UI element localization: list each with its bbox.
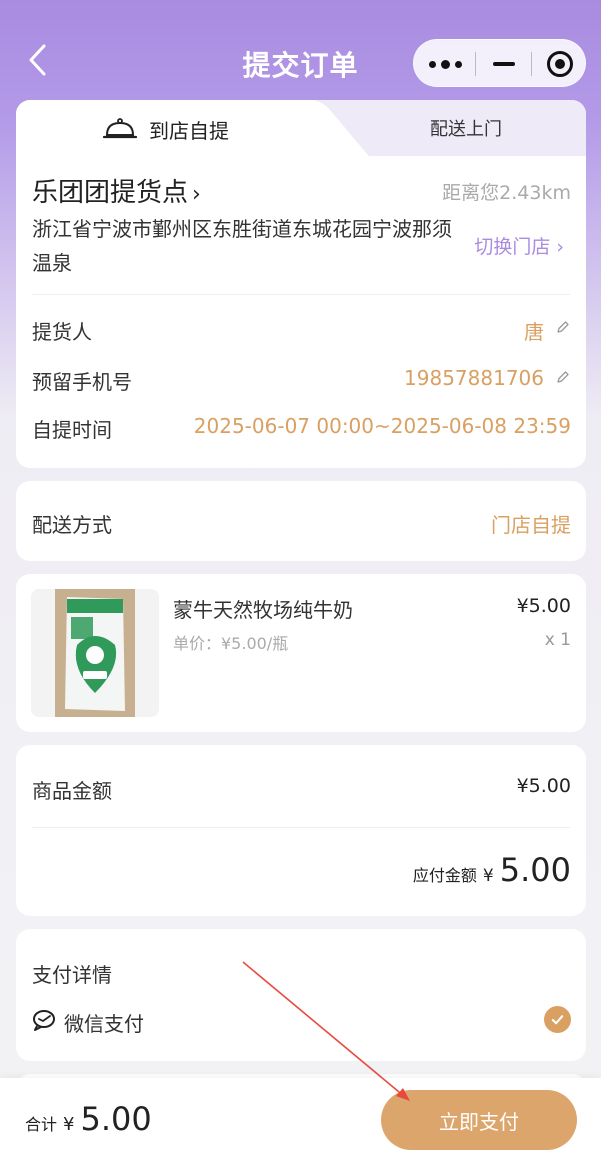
pickup-person-value[interactable]: 唐 — [524, 316, 544, 345]
total-label: 合计 — [25, 1115, 58, 1134]
store-name-text: 乐团团提货点 — [32, 178, 189, 208]
goods-amount-label: 商品金额 — [32, 779, 112, 803]
minimize-icon[interactable] — [476, 40, 531, 88]
cloche-icon — [103, 118, 137, 139]
divider — [32, 827, 570, 828]
payment-title: 支付详情 — [32, 963, 112, 987]
switch-store-button[interactable]: 切换门店 › — [474, 232, 564, 259]
pickup-person-label: 提货人 — [32, 320, 92, 344]
phone-label: 预留手机号 — [32, 370, 132, 394]
pickup-time-label: 自提时间 — [32, 418, 112, 442]
shipping-value: 门店自提 — [491, 513, 571, 537]
phone-value[interactable]: 19857881706 — [404, 366, 544, 390]
shipping-label: 配送方式 — [32, 513, 112, 537]
pay-now-button[interactable]: 立即支付 — [381, 1090, 577, 1150]
store-name[interactable]: 乐团团提货点 › — [32, 172, 201, 209]
checkout-bar: 合计 ¥ 5.00 立即支付 — [0, 1078, 601, 1160]
tab-pickup[interactable]: 到店自提 — [16, 100, 316, 158]
tab-delivery[interactable]: 配送上门 — [346, 100, 586, 156]
goods-amount-value: ¥5.00 — [516, 775, 571, 797]
tab-pickup-label: 到店自提 — [149, 118, 229, 143]
payment-card: 支付详情 微信支付 — [16, 929, 586, 1061]
product-card: 蒙牛天然牧场纯牛奶 单价：¥5.00/瓶 ¥5.00 x 1 — [16, 574, 586, 732]
more-icon[interactable] — [414, 40, 476, 88]
total-value: 5.00 — [80, 1100, 152, 1138]
pickup-time-value: 2025-06-07 00:00~2025-06-08 23:59 — [193, 414, 571, 438]
product-price: ¥5.00 — [516, 595, 571, 617]
mini-program-capsule — [413, 39, 586, 87]
total-amount: 合计 ¥ 5.00 — [25, 1100, 152, 1138]
product-image — [31, 589, 159, 717]
shipping-method-card: 配送方式 门店自提 — [16, 481, 586, 561]
chevron-right-icon: › — [192, 182, 201, 207]
store-address: 浙江省宁波市鄞州区东胜街道东城花园宁波那须温泉 — [32, 217, 452, 275]
amount-due: 应付金额 ¥ 5.00 — [413, 851, 571, 889]
edit-icon[interactable] — [555, 319, 571, 335]
payment-method-label[interactable]: 微信支付 — [64, 1008, 144, 1037]
close-target-icon[interactable] — [532, 40, 587, 88]
check-icon[interactable] — [544, 1006, 571, 1033]
store-distance: 距离您2.43km — [442, 182, 571, 204]
nav-bar: 提交订单 — [0, 0, 601, 100]
product-unit-price: 单价：¥5.00/瓶 — [173, 634, 289, 653]
delivery-tabs: 配送上门 到店自提 — [16, 100, 586, 158]
total-currency: ¥ — [63, 1114, 75, 1135]
pickup-card: 配送上门 到店自提 乐团团提货点 › 距离您2.43km 浙江省宁波市鄞州区东胜街… — [16, 100, 586, 468]
amount-due-label: 应付金额 — [412, 866, 477, 885]
product-name: 蒙牛天然牧场纯牛奶 — [173, 598, 353, 622]
amount-due-value: 5.00 — [499, 851, 571, 889]
divider — [32, 294, 570, 295]
wechat-pay-icon — [33, 1010, 55, 1031]
amount-card: 商品金额 ¥5.00 应付金额 ¥ 5.00 — [16, 745, 586, 916]
edit-icon[interactable] — [555, 369, 571, 385]
amount-due-currency: ¥ — [482, 866, 494, 886]
product-quantity: x 1 — [544, 630, 571, 650]
